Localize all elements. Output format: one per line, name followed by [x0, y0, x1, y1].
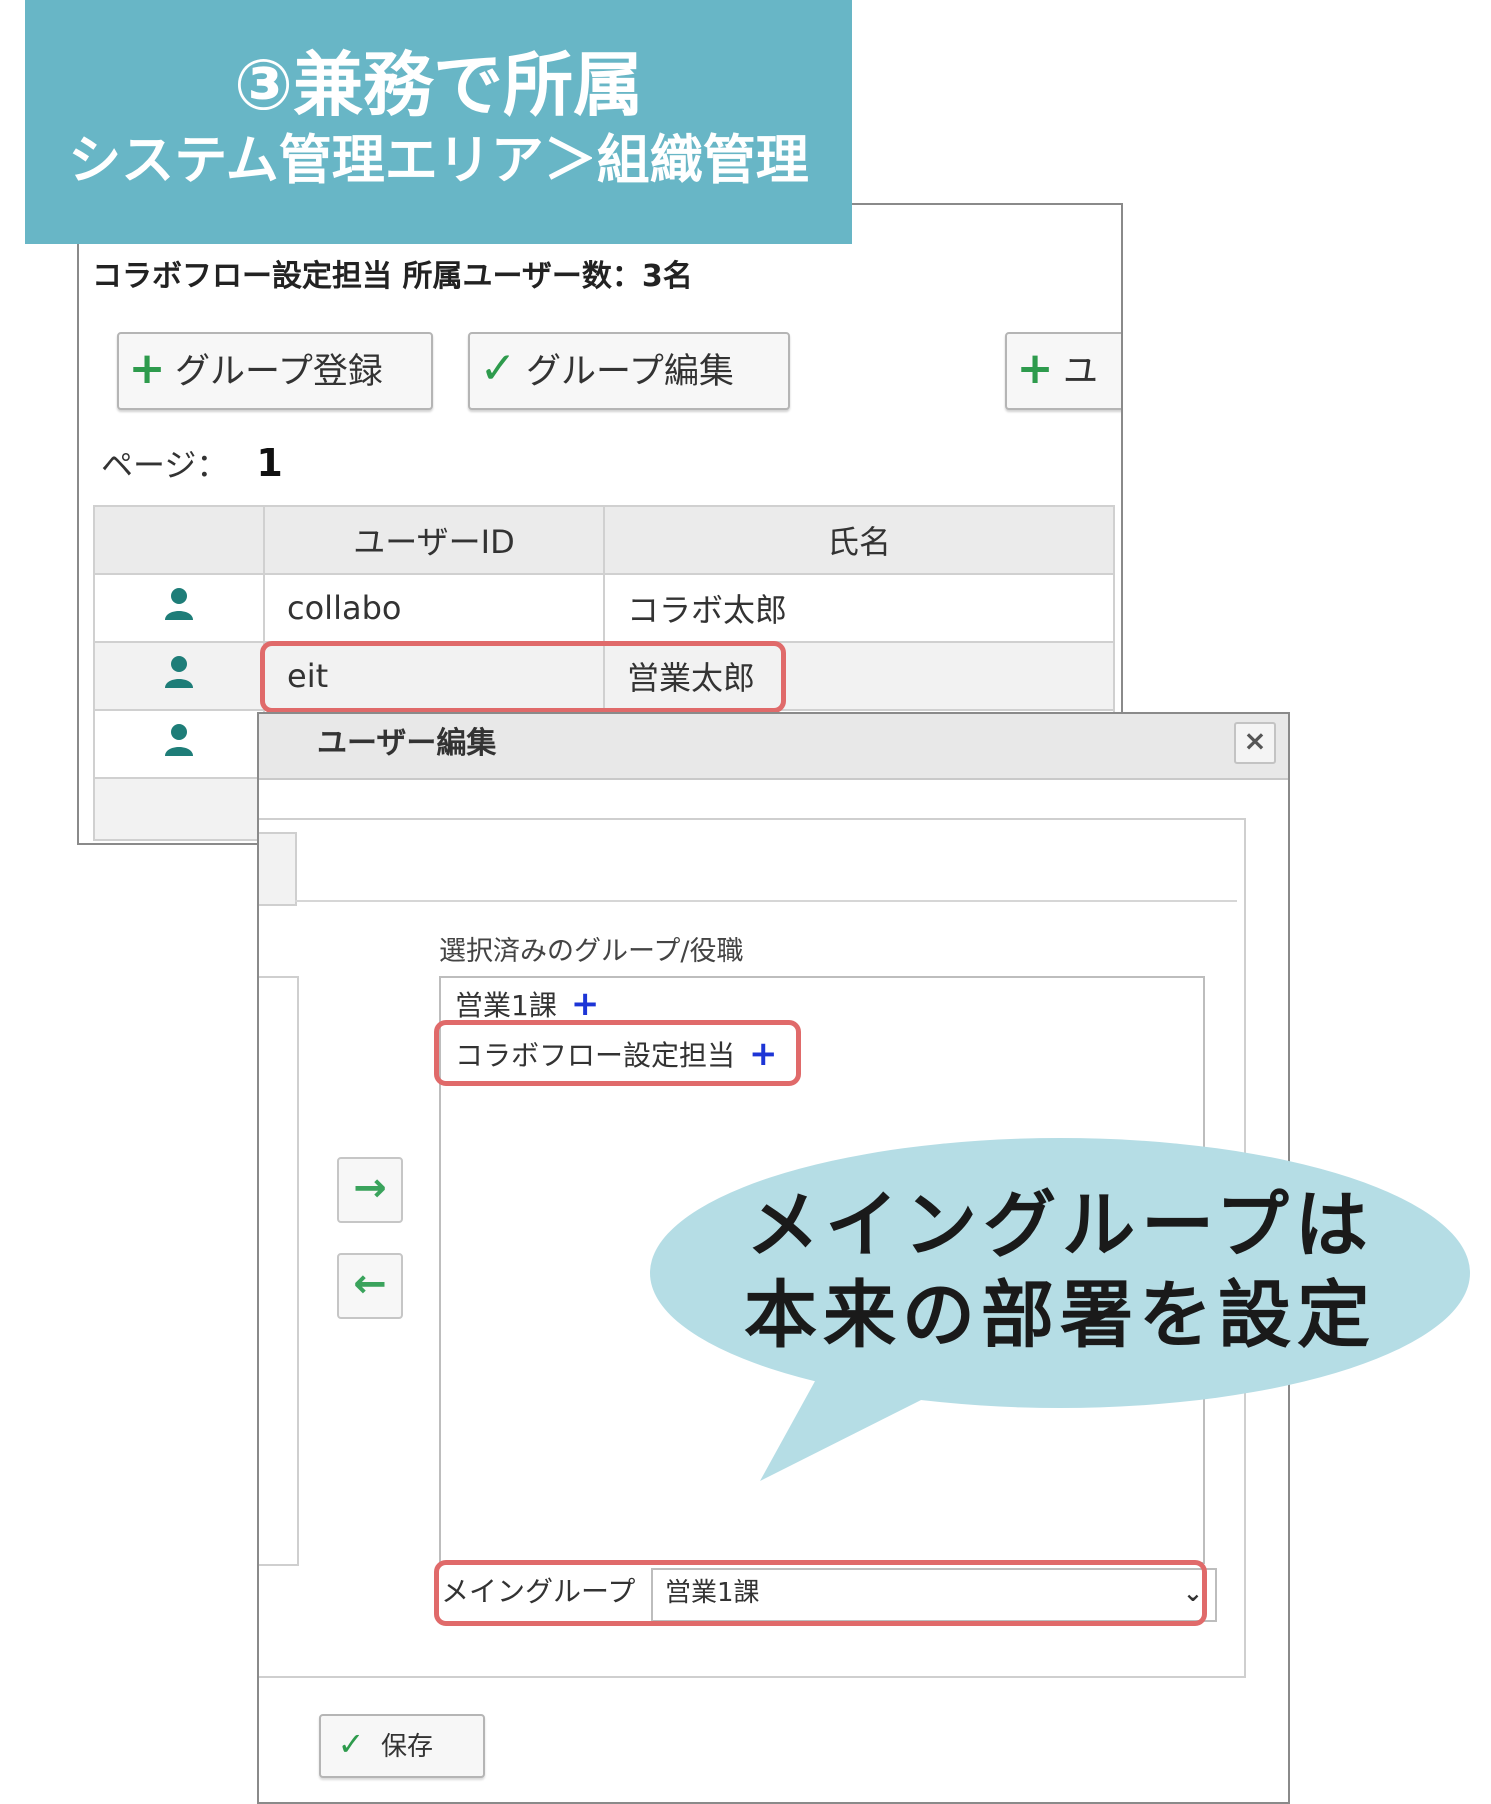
table-header-row: ユーザーID 氏名 — [93, 505, 1115, 575]
group-register-label: グループ登録 — [175, 352, 383, 392]
user-icon-cell — [93, 573, 265, 643]
row-highlight — [260, 641, 786, 713]
group-title: コラボフロー設定担当 所属ユーザー数：3名 — [92, 259, 693, 294]
close-icon[interactable]: × — [1234, 722, 1276, 764]
banner-subtitle: システム管理エリア＞組織管理 — [68, 130, 809, 191]
add-user-button[interactable]: + ユ — [1005, 332, 1121, 410]
check-icon: ✓ — [337, 1725, 365, 1763]
dialog-header: ユーザー編集 × — [259, 714, 1288, 780]
callout-line-2: 本来の部署を設定 — [744, 1273, 1376, 1358]
section-banner: ③兼務で所属 システム管理エリア＞組織管理 — [25, 0, 852, 244]
selected-groups-label: 選択済みのグループ/役職 — [439, 936, 744, 967]
user-name-cell: コラボ太郎 — [603, 573, 1115, 643]
banner-title: ③兼務で所属 — [233, 44, 644, 126]
page-label: ページ： — [101, 446, 229, 484]
header-icon-col — [93, 505, 265, 575]
selected-group-label: 営業1課 — [455, 989, 557, 1022]
arrow-right-icon: → — [353, 1165, 387, 1211]
move-right-button[interactable]: → — [337, 1157, 403, 1223]
user-icon — [165, 588, 193, 620]
available-groups-list[interactable] — [259, 976, 299, 1566]
save-label: 保存 — [381, 1732, 434, 1762]
tab-divider — [295, 900, 1237, 902]
group-edit-label: グループ編集 — [526, 352, 734, 392]
group-register-button[interactable]: + グループ登録 — [117, 332, 433, 410]
table-row[interactable]: collabo コラボ太郎 — [93, 573, 1115, 643]
move-left-button[interactable]: ← — [337, 1253, 403, 1319]
callout-bubble: メイングループは 本来の部署を設定 — [640, 1133, 1480, 1503]
callout-line-1: メイングループは — [746, 1183, 1374, 1268]
check-icon: ✓ — [479, 343, 517, 394]
user-icon-cell — [93, 709, 265, 779]
user-icon-cell — [93, 641, 265, 711]
page-number[interactable]: 1 — [256, 441, 282, 485]
user-icon — [165, 724, 193, 756]
user-id-cell: collabo — [263, 573, 605, 643]
arrow-left-icon: ← — [353, 1261, 387, 1307]
add-position-icon[interactable]: + — [571, 984, 600, 1024]
add-user-label: ユ — [1063, 352, 1099, 392]
group-edit-button[interactable]: ✓ グループ編集 — [468, 332, 790, 410]
plus-icon: + — [128, 343, 166, 394]
main-group-highlight — [434, 1560, 1207, 1626]
tab-partial[interactable] — [259, 832, 297, 906]
group-highlight — [434, 1020, 801, 1086]
plus-icon: + — [1016, 343, 1054, 394]
user-icon — [165, 656, 193, 688]
pagination: ページ： 1 — [101, 441, 283, 487]
header-user-id[interactable]: ユーザーID — [263, 505, 605, 575]
save-button[interactable]: ✓ 保存 — [319, 1714, 485, 1778]
header-name[interactable]: 氏名 — [603, 505, 1115, 575]
dialog-title: ユーザー編集 — [317, 726, 497, 761]
